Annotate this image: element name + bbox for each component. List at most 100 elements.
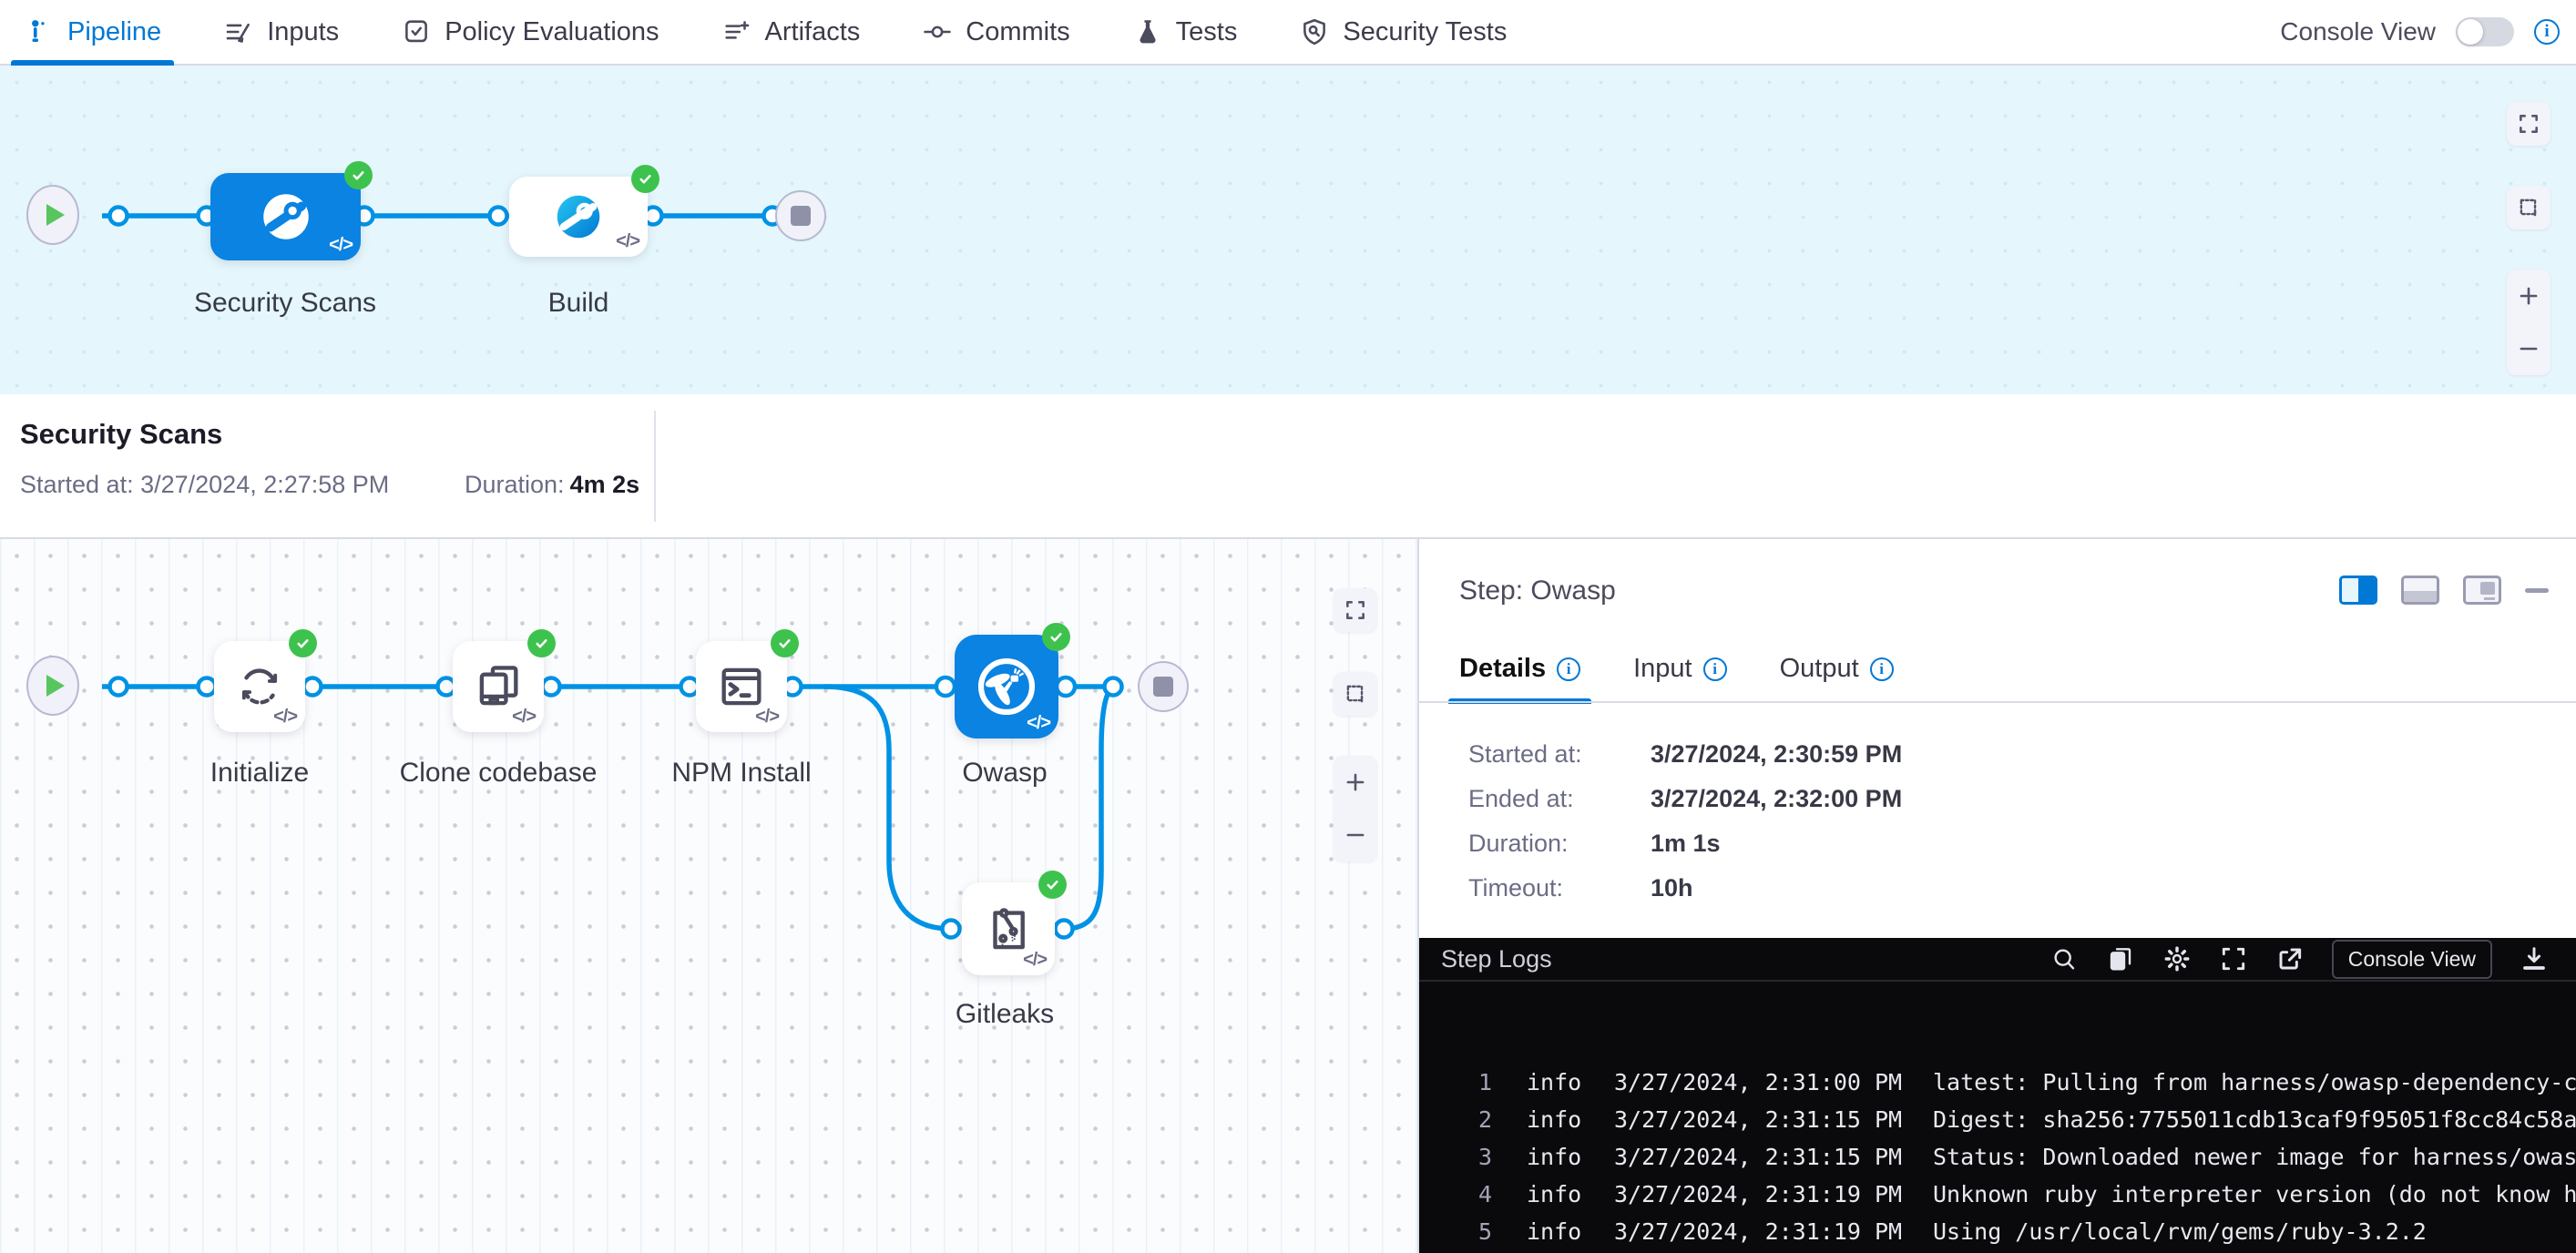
bottom-view-button[interactable] (2401, 576, 2439, 605)
toggle-knob (2458, 19, 2483, 45)
tab-security-tests[interactable]: Security Tests (1299, 0, 1507, 64)
build-stage-icon (550, 188, 607, 245)
stage-label[interactable]: Build (548, 288, 609, 319)
step-logs-toolbar: Step Logs Console View (1419, 938, 2576, 982)
open-in-new-icon[interactable] (2275, 944, 2305, 973)
tab-commits[interactable]: Commits (922, 0, 1069, 64)
canvas-zoom-controls (1334, 756, 1377, 861)
tab-label: Details (1459, 654, 1546, 684)
stage-node-security-scans[interactable]: </> (210, 173, 361, 260)
step-node-clone-codebase[interactable]: </> (453, 641, 544, 732)
success-badge (631, 165, 659, 193)
log-line: 2info3/27/2024, 2:31:15 PMDigest: sha256… (1456, 1101, 2576, 1138)
stage-summary-title: Security Scans (20, 418, 222, 451)
tab-inputs[interactable]: Inputs (223, 0, 339, 64)
tab-input[interactable]: Input i (1633, 654, 1727, 704)
canvas-select-button[interactable] (1334, 672, 1377, 716)
tab-label: Input (1633, 654, 1692, 684)
tab-label: Security Tests (1343, 17, 1507, 47)
step-label[interactable]: Initialize (210, 758, 309, 789)
success-badge (527, 629, 556, 657)
settings-icon[interactable] (2162, 944, 2192, 973)
step-label[interactable]: Owasp (962, 758, 1047, 789)
details-info-icon[interactable]: i (1557, 657, 1580, 681)
tab-details[interactable]: Details i (1459, 654, 1580, 704)
step-node-npm-install[interactable]: </> (696, 641, 787, 732)
step-logs-panel: Step Logs Console View 1info3/27/2024, 2… (1419, 938, 2576, 1253)
detail-row: Duration:1m 1s (1468, 829, 1902, 858)
marquee-select-icon (1344, 682, 1367, 706)
floating-view-icon (2480, 582, 2495, 595)
step-start-node[interactable] (26, 656, 79, 716)
zoom-out-icon[interactable] (2517, 337, 2540, 361)
stage-node-build[interactable]: </> (509, 177, 648, 257)
stage-duration: Duration:4m 2s (465, 471, 639, 499)
step-panel-tabs: Details i Input i Output i (1459, 654, 1894, 704)
zoom-out-icon[interactable] (1344, 823, 1367, 847)
canvas-fullscreen-button[interactable] (1334, 588, 1377, 632)
input-info-icon[interactable]: i (1703, 657, 1727, 681)
tab-pipeline[interactable]: Pipeline (24, 0, 161, 64)
tab-tests[interactable]: Tests (1132, 0, 1238, 64)
code-badge: </> (512, 707, 536, 728)
minimize-panel-button[interactable] (2525, 588, 2549, 593)
stage-summary-band: Security Scans Started at: 3/27/2024, 2:… (0, 394, 2576, 539)
step-label[interactable]: Gitleaks (956, 999, 1054, 1030)
step-logs-actions: Console View (2050, 940, 2549, 979)
zoom-in-icon[interactable] (1344, 770, 1367, 794)
step-logs-title: Step Logs (1441, 945, 1552, 973)
tab-label: Tests (1176, 17, 1238, 47)
fullscreen-icon[interactable] (2219, 944, 2248, 973)
step-end-node[interactable] (1138, 661, 1189, 712)
copy-icon[interactable] (2106, 944, 2135, 973)
tab-artifacts[interactable]: Artifacts (721, 0, 861, 64)
canvas-select-button[interactable] (2507, 186, 2550, 229)
step-node-initialize[interactable]: </> (214, 641, 305, 732)
nav-tabs: Pipeline Inputs Policy Evaluations Artif… (24, 0, 1507, 64)
security-scans-stage-icon (256, 187, 316, 247)
inputs-icon (223, 16, 254, 47)
clone-codebase-icon (472, 660, 525, 713)
console-view-info-icon[interactable]: i (2534, 19, 2560, 45)
console-view-toggle[interactable] (2456, 17, 2514, 46)
tab-label: Output (1780, 654, 1859, 684)
tab-output[interactable]: Output i (1780, 654, 1894, 704)
code-badge: </> (1027, 713, 1050, 734)
success-badge (1038, 871, 1067, 899)
split-view-button[interactable] (2339, 576, 2377, 605)
step-graph-canvas[interactable]: </> Initialize </> Clone codebase </> NP… (0, 539, 1417, 1253)
code-badge: </> (273, 707, 297, 728)
stage-start-node[interactable] (26, 185, 79, 245)
split-view-icon (2358, 578, 2375, 602)
step-details-panel: Step: Owasp Details i Input i Output i (1417, 539, 2576, 1253)
stage-label[interactable]: Security Scans (194, 288, 376, 319)
step-label[interactable]: NPM Install (671, 758, 811, 789)
floating-view-button[interactable] (2463, 576, 2501, 605)
tab-policy-evaluations[interactable]: Policy Evaluations (401, 0, 659, 64)
tab-label: Pipeline (67, 17, 161, 47)
security-tests-icon (1299, 16, 1330, 47)
fullscreen-icon (2517, 112, 2540, 136)
stage-end-node[interactable] (775, 190, 826, 241)
tab-label: Policy Evaluations (445, 17, 659, 47)
output-info-icon[interactable]: i (1870, 657, 1894, 681)
download-icon[interactable] (2520, 944, 2549, 973)
log-line: 3info3/27/2024, 2:31:15 PMStatus: Downlo… (1456, 1138, 2576, 1176)
zoom-in-icon[interactable] (2517, 284, 2540, 308)
stage-graph-canvas[interactable]: </> Security Scans </> Build (0, 66, 2576, 394)
step-logs-output[interactable]: 1info3/27/2024, 2:31:00 PMlatest: Pullin… (1419, 982, 2576, 1253)
log-line: 5info3/27/2024, 2:31:19 PMUsing /usr/loc… (1456, 1213, 2576, 1250)
code-badge: </> (1023, 950, 1047, 971)
success-badge (344, 161, 373, 189)
band-divider (654, 411, 656, 522)
initialize-icon (233, 660, 286, 713)
step-node-owasp[interactable]: </> (955, 635, 1058, 739)
canvas-fullscreen-button[interactable] (2507, 102, 2550, 146)
console-view-button[interactable]: Console View (2332, 940, 2492, 979)
canvas-zoom-controls (2507, 270, 2550, 375)
bottom-view-icon (2404, 591, 2437, 602)
step-label[interactable]: Clone codebase (400, 758, 598, 789)
search-icon[interactable] (2050, 944, 2079, 973)
success-badge (771, 629, 799, 657)
step-node-gitleaks[interactable]: </> (962, 882, 1055, 975)
